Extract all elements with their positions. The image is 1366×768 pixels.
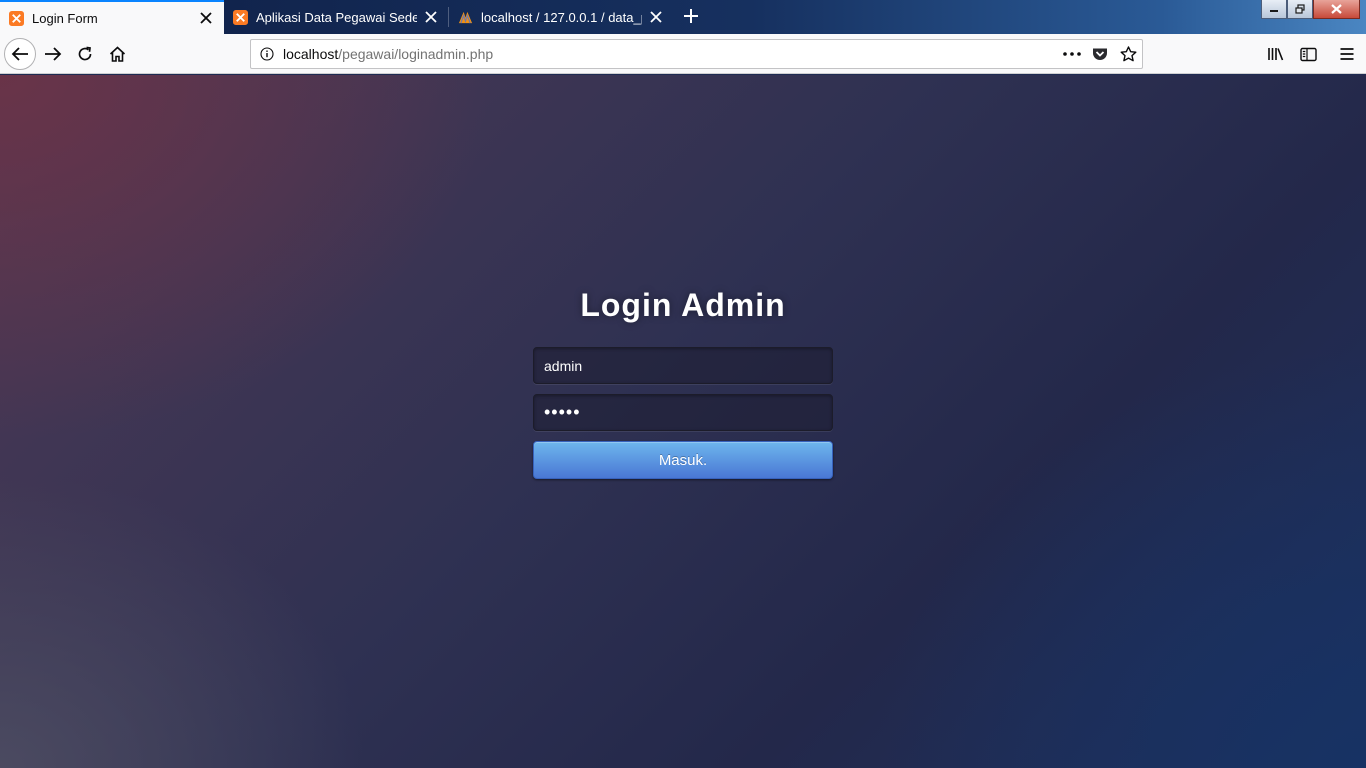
info-icon[interactable] xyxy=(251,47,283,61)
back-arrow-icon xyxy=(11,47,28,61)
home-button[interactable] xyxy=(101,38,133,70)
close-tab-icon[interactable] xyxy=(648,9,664,25)
close-icon xyxy=(1331,4,1342,14)
forward-arrow-icon xyxy=(45,47,62,61)
page-actions-button[interactable] xyxy=(1058,40,1086,68)
tab-login-form[interactable]: Login Form xyxy=(0,0,224,34)
tab-aplikasi-data-pegawai[interactable]: Aplikasi Data Pegawai Sederhana xyxy=(224,0,449,34)
tab-title: Login Form xyxy=(32,10,98,26)
forward-button[interactable] xyxy=(37,38,69,70)
phpmyadmin-icon xyxy=(458,11,473,23)
plus-icon xyxy=(684,9,698,23)
reload-button[interactable] xyxy=(69,38,101,70)
xampp-icon xyxy=(233,9,248,25)
pocket-icon xyxy=(1093,48,1107,60)
reload-icon xyxy=(78,46,92,61)
home-icon xyxy=(109,46,125,62)
pocket-button[interactable] xyxy=(1086,40,1114,68)
new-tab-button[interactable] xyxy=(678,3,704,29)
restore-button[interactable] xyxy=(1287,0,1313,19)
sidebar-button[interactable] xyxy=(1292,38,1324,70)
library-button[interactable] xyxy=(1260,38,1292,70)
xampp-icon xyxy=(9,10,24,26)
close-tab-icon[interactable] xyxy=(198,10,214,26)
sidebar-icon xyxy=(1299,47,1317,61)
menu-button[interactable] xyxy=(1331,38,1363,70)
url-host: localhost xyxy=(283,46,339,62)
page-title: Login Admin xyxy=(580,287,786,323)
tab-title: localhost / 127.0.0.1 / data_pegawai xyxy=(481,9,642,25)
minimize-icon xyxy=(1270,10,1278,12)
url-text[interactable]: localhost/pegawai/loginadmin.php xyxy=(283,46,1058,62)
tab-phpmyadmin[interactable]: localhost / 127.0.0.1 / data_pegawai xyxy=(449,0,674,34)
submit-button[interactable]: Masuk. xyxy=(533,441,833,479)
window-controls xyxy=(1261,0,1360,20)
page-viewport: Login Admin admin ••••• Masuk. xyxy=(0,75,1366,768)
more-dots-icon xyxy=(1063,52,1081,56)
hamburger-menu-icon xyxy=(1340,48,1354,60)
bookmark-star-button[interactable] xyxy=(1114,40,1142,68)
tab-strip: Login Form Aplikasi Data Pegawai Sederha… xyxy=(0,0,1366,34)
password-input[interactable]: ••••• xyxy=(533,394,833,431)
library-icon xyxy=(1268,48,1284,61)
tab-title: Aplikasi Data Pegawai Sederhana xyxy=(256,9,417,25)
close-window-button[interactable] xyxy=(1313,0,1360,19)
back-button[interactable] xyxy=(4,38,36,70)
minimize-button[interactable] xyxy=(1261,0,1287,19)
navigation-toolbar: localhost/pegawai/loginadmin.php xyxy=(0,34,1366,74)
star-icon xyxy=(1120,46,1136,62)
url-bar[interactable]: localhost/pegawai/loginadmin.php xyxy=(250,39,1143,69)
username-input[interactable]: admin xyxy=(533,347,833,384)
url-path: /pegawai/loginadmin.php xyxy=(338,46,494,62)
restore-icon xyxy=(1295,4,1305,14)
close-tab-icon[interactable] xyxy=(423,9,439,25)
login-form: Login Admin admin ••••• Masuk. xyxy=(533,285,833,479)
